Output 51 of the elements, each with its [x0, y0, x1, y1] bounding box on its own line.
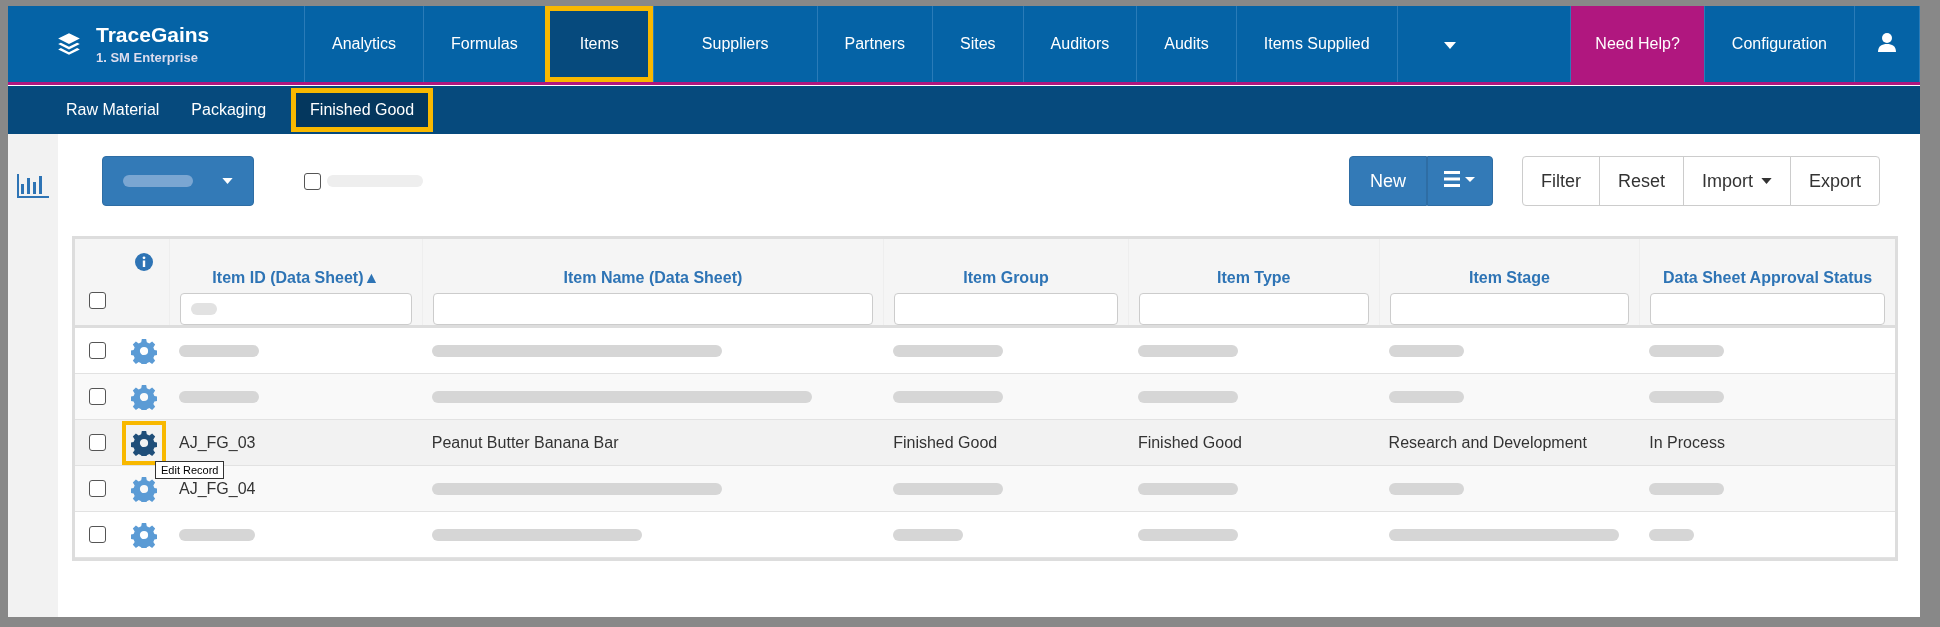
caret-icon — [222, 178, 233, 184]
column-header[interactable]: Item ID (Data Sheet)▲ — [212, 269, 380, 287]
filter-field[interactable] — [1650, 293, 1885, 325]
import-dropdown[interactable]: Import — [1682, 156, 1791, 206]
checkbox[interactable] — [88, 480, 106, 497]
toolbar-button[interactable]: Reset — [1598, 156, 1684, 206]
bar-chart-icon[interactable] — [17, 174, 49, 198]
gear-icon[interactable] — [131, 429, 157, 456]
checkbox[interactable] — [304, 172, 321, 190]
nav-tab[interactable]: Items — [544, 6, 653, 82]
toolbar-button[interactable]: Filter — [1521, 156, 1600, 206]
table-cell: Finished Good — [893, 433, 998, 451]
filter-field[interactable] — [894, 293, 1118, 325]
table-cell: Finished Good — [1137, 433, 1242, 451]
column-header[interactable]: Item Group — [963, 269, 1049, 287]
tooltip: Edit Record — [155, 460, 225, 479]
caret-icon — [1443, 42, 1456, 49]
checkbox[interactable] — [88, 434, 106, 451]
menu-button[interactable] — [1426, 156, 1493, 206]
table-cell: AJ_FG_04 — [179, 479, 256, 497]
column-header[interactable]: Item Stage — [1469, 269, 1550, 287]
subnav-tab[interactable]: Packaging — [177, 93, 281, 127]
table-cell: Research and Development — [1388, 433, 1587, 451]
checkbox[interactable] — [88, 526, 106, 543]
redacted-text — [893, 529, 964, 542]
filter-field[interactable] — [432, 293, 874, 325]
filter-field[interactable] — [180, 293, 412, 325]
info-icon — [135, 253, 153, 271]
table-cell: Peanut Butter Banana Bar — [431, 433, 619, 451]
checkbox[interactable] — [88, 292, 106, 309]
view-dropdown[interactable] — [102, 156, 254, 206]
column-header[interactable]: Item Name (Data Sheet) — [563, 269, 743, 287]
menu-icon — [1443, 170, 1476, 187]
table-cell: In Process — [1649, 433, 1725, 451]
layers-icon — [56, 31, 82, 57]
enterprise-name: 1. SM Enterprise — [96, 50, 199, 65]
column-header[interactable]: Data Sheet Approval Status — [1663, 269, 1873, 287]
table-cell: AJ_FG_03 — [179, 433, 256, 451]
redacted-text — [1649, 529, 1695, 542]
checkbox[interactable] — [88, 342, 106, 359]
filter-field[interactable] — [1138, 293, 1369, 325]
brand-name: TraceGains — [96, 23, 210, 47]
toolbar-button[interactable]: Export — [1789, 156, 1880, 206]
help-button[interactable]: Need Help? — [1570, 6, 1704, 82]
user-icon — [1877, 32, 1897, 52]
column-header[interactable]: Item Type — [1217, 269, 1291, 287]
new-button[interactable]: New — [1348, 156, 1427, 206]
caret-icon — [1760, 178, 1772, 184]
subnav-tab[interactable]: Raw Material — [52, 93, 174, 127]
checkbox[interactable] — [88, 388, 106, 405]
filter-field[interactable] — [1389, 293, 1630, 325]
